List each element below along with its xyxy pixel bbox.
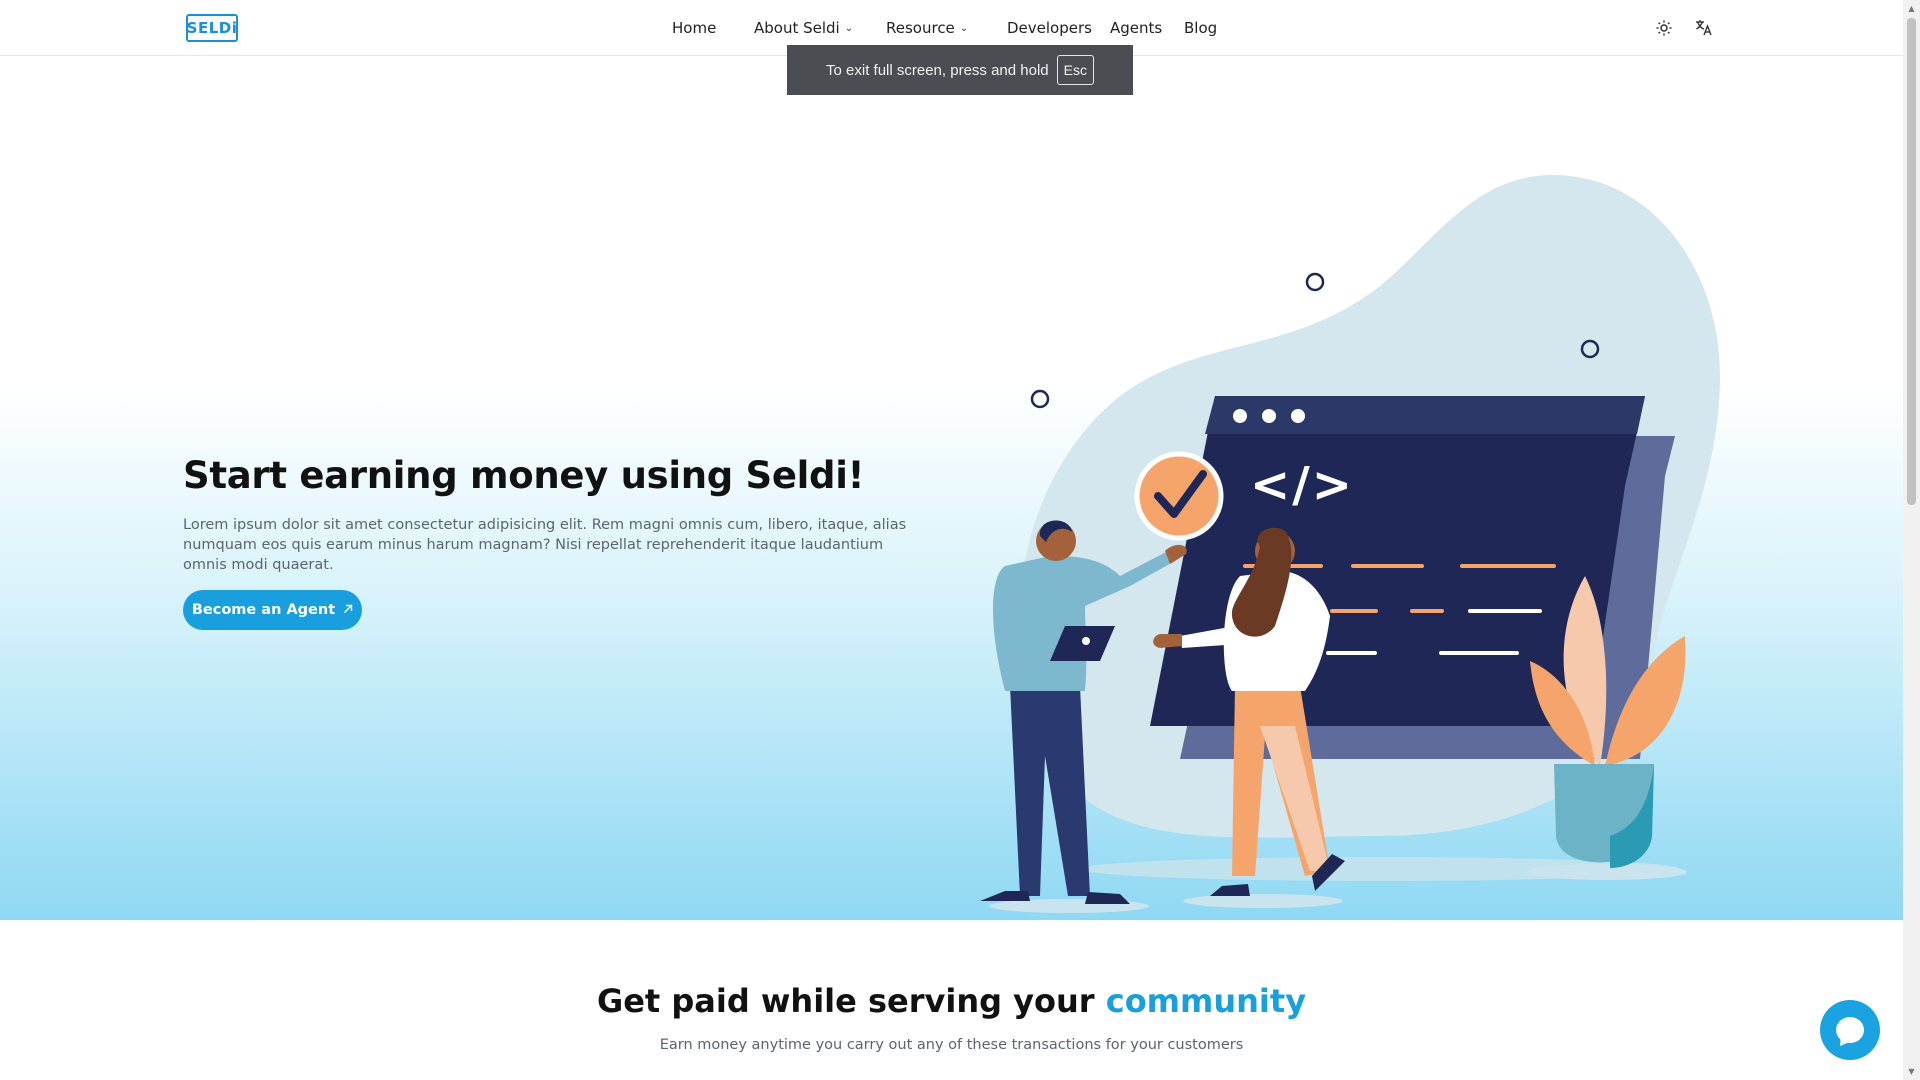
fullscreen-exit-toast: To exit full screen, press and hold Esc (787, 45, 1133, 95)
nav-home-label: Home (672, 19, 717, 37)
chevron-down-icon: ⌄ (959, 22, 969, 34)
deco-circle (1030, 389, 1050, 409)
theme-toggle-icon[interactable] (1652, 16, 1676, 40)
section-subtitle: Earn money anytime you carry out any of … (659, 1037, 1244, 1053)
section-title: Get paid while serving your community (0, 982, 1903, 1020)
scroll-down-icon[interactable]: ▼ (1903, 1063, 1920, 1080)
nav-resource[interactable]: Resource ⌄ (886, 19, 968, 37)
chat-bubble-icon (1836, 1017, 1864, 1043)
language-icon[interactable] (1692, 16, 1716, 40)
arrow-up-right-icon (343, 602, 353, 618)
seldi-logo[interactable]: SELDi (186, 14, 238, 42)
nav-about-label: About Seldi (754, 19, 840, 37)
hero-title: Start earning money using Seldi! (183, 454, 865, 497)
logo-text: SELDi (186, 19, 238, 37)
become-agent-button[interactable]: Become an Agent (183, 590, 362, 630)
nav-blog[interactable]: Blog (1184, 19, 1217, 37)
scrollbar-thumb[interactable] (1907, 18, 1916, 505)
chevron-down-icon: ⌄ (844, 22, 854, 34)
section-title-main: Get paid while serving your (596, 982, 1095, 1020)
nav-developers-label: Developers (1007, 19, 1092, 37)
hero-illustration: </> (980, 175, 1720, 913)
toast-message: To exit full screen, press and hold (826, 61, 1049, 79)
scroll-up-icon[interactable]: ▲ (1903, 0, 1920, 17)
nav-blog-label: Blog (1184, 19, 1218, 37)
esc-key-badge: Esc (1056, 55, 1094, 85)
page-scrollbar[interactable]: ▲ ▼ (1903, 0, 1920, 1080)
hero-description: Lorem ipsum dolor sit amet consectetur a… (183, 517, 907, 573)
nav-agents[interactable]: Agents (1110, 19, 1162, 37)
nav-home[interactable]: Home (672, 19, 716, 37)
nav-about-seldi[interactable]: About Seldi ⌄ (754, 19, 853, 37)
nav-developers[interactable]: Developers (1007, 19, 1092, 37)
nav-resource-label: Resource (886, 19, 955, 37)
check-badge (1134, 451, 1224, 541)
deco-circle (1305, 272, 1325, 292)
page-viewport: SELDi Home About Seldi ⌄ Resource ⌄ Develo… (0, 0, 1903, 1080)
cta-label: Become an Agent (191, 602, 336, 618)
chat-widget-button[interactable] (1820, 1000, 1880, 1060)
section-title-accent: community (1105, 982, 1307, 1020)
nav-agents-label: Agents (1110, 19, 1163, 37)
hero-section: Start earning money using Seldi! Lorem i… (0, 56, 1903, 920)
code-symbol: </> (1250, 457, 1354, 513)
